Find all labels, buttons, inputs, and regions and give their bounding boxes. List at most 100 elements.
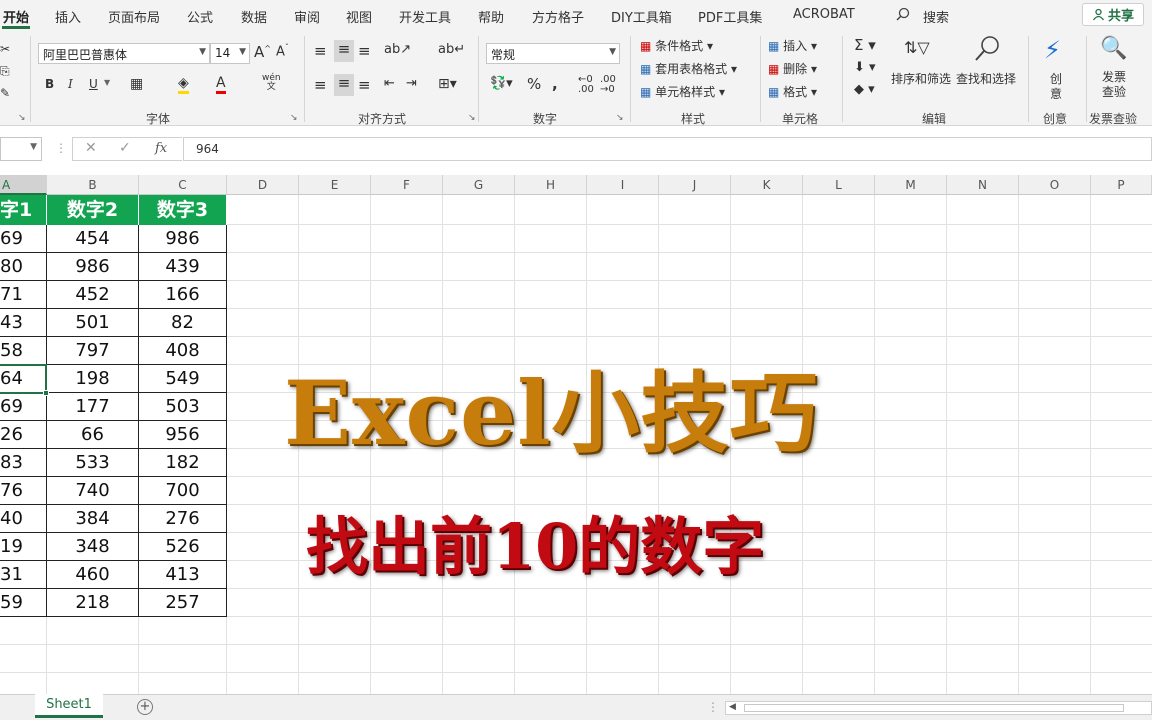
table-cell[interactable]: 797 bbox=[47, 337, 139, 365]
table-cell[interactable]: 177 bbox=[47, 393, 139, 421]
table-cell[interactable]: 986 bbox=[47, 253, 139, 281]
table-cell[interactable]: 439 bbox=[139, 253, 227, 281]
insert-cells-button[interactable]: ▦ 插入 ▾ bbox=[768, 37, 817, 54]
column-header-b[interactable]: B bbox=[47, 175, 139, 195]
sort-filter-icon[interactable]: ⇅▽ bbox=[904, 38, 930, 57]
tab-help[interactable]: 帮助 bbox=[478, 7, 504, 26]
table-cell[interactable]: 80 bbox=[0, 253, 47, 281]
table-cell[interactable]: 454 bbox=[47, 225, 139, 253]
column-header-l[interactable]: L bbox=[803, 175, 875, 195]
format-cells-button[interactable]: ▦ 格式 ▾ bbox=[768, 83, 817, 100]
create-button-label[interactable]: 创 意 bbox=[1050, 72, 1062, 102]
find-select-icon[interactable] bbox=[972, 34, 1002, 67]
table-cell[interactable]: 348 bbox=[47, 533, 139, 561]
align-center-icon[interactable]: ≡ bbox=[334, 74, 354, 96]
insert-function-icon[interactable]: fx bbox=[155, 141, 167, 156]
number-launcher-icon[interactable]: ↘ bbox=[616, 113, 624, 123]
table-cell[interactable]: 66 bbox=[47, 421, 139, 449]
sort-filter-label[interactable]: 排序和筛选 bbox=[891, 70, 951, 87]
column-header-g[interactable]: G bbox=[443, 175, 515, 195]
table-cell[interactable]: 26 bbox=[0, 421, 47, 449]
table-cell[interactable]: 43 bbox=[0, 309, 47, 337]
enter-icon[interactable]: ✓ bbox=[119, 140, 131, 156]
decrease-indent-icon[interactable]: ⇤ bbox=[384, 76, 395, 91]
tab-developer[interactable]: 开发工具 bbox=[399, 7, 451, 26]
alignment-launcher-icon[interactable]: ↘ bbox=[468, 113, 476, 123]
table-cell[interactable]: 69 bbox=[0, 225, 47, 253]
table-cell[interactable]: 956 bbox=[139, 421, 227, 449]
column-header-k[interactable]: K bbox=[731, 175, 803, 195]
chevron-down-icon[interactable]: ▼ bbox=[104, 78, 110, 87]
invoice-check-label[interactable]: 发票查验 bbox=[1102, 70, 1126, 100]
table-cell[interactable]: 83 bbox=[0, 449, 47, 477]
comma-style-icon[interactable]: , bbox=[552, 75, 558, 93]
font-color-icon[interactable]: A bbox=[216, 75, 226, 94]
table-cell[interactable]: 384 bbox=[47, 505, 139, 533]
orientation-icon[interactable]: ab↗ bbox=[384, 42, 411, 57]
table-cell[interactable]: 182 bbox=[139, 449, 227, 477]
header-cell[interactable]: 字1 bbox=[0, 195, 47, 225]
bold-icon[interactable]: B bbox=[45, 77, 54, 91]
header-cell[interactable]: 数字3 bbox=[139, 195, 227, 225]
cancel-icon[interactable]: ✕ bbox=[85, 140, 97, 156]
column-header-c[interactable]: C bbox=[139, 175, 227, 195]
percent-icon[interactable]: % bbox=[527, 75, 541, 93]
tab-search[interactable]: 搜索 bbox=[923, 7, 949, 26]
column-header-m[interactable]: M bbox=[875, 175, 947, 195]
tab-fangfang[interactable]: 方方格子 bbox=[532, 7, 584, 26]
tab-review[interactable]: 审阅 bbox=[294, 7, 320, 26]
column-header-e[interactable]: E bbox=[299, 175, 371, 195]
column-header-d[interactable]: D bbox=[227, 175, 299, 195]
table-cell[interactable]: 58 bbox=[0, 337, 47, 365]
delete-cells-button[interactable]: ▦ 删除 ▾ bbox=[768, 60, 817, 77]
table-cell[interactable]: 257 bbox=[139, 589, 227, 617]
add-sheet-icon[interactable]: + bbox=[137, 699, 153, 715]
clipboard-cut-icon[interactable]: ✂ bbox=[0, 42, 10, 56]
autosum-icon[interactable]: Σ ▾ bbox=[854, 36, 876, 54]
table-cell[interactable]: 82 bbox=[139, 309, 227, 337]
tab-page-layout[interactable]: 页面布局 bbox=[108, 7, 160, 26]
table-cell[interactable]: 408 bbox=[139, 337, 227, 365]
font-launcher-icon[interactable]: ↘ bbox=[290, 113, 298, 123]
fill-handle[interactable] bbox=[43, 390, 49, 396]
fill-color-icon[interactable]: ◈ bbox=[178, 75, 189, 94]
tab-home[interactable]: 开始 bbox=[3, 7, 29, 26]
scroll-left-icon[interactable]: ◀ bbox=[729, 702, 736, 712]
decrease-decimal-icon[interactable]: .00 →0 bbox=[600, 75, 616, 95]
table-cell[interactable]: 19 bbox=[0, 533, 47, 561]
tab-diy-toolbox[interactable]: DIY工具箱 bbox=[611, 7, 672, 26]
merge-center-icon[interactable]: ⊞▾ bbox=[438, 76, 457, 92]
table-cell[interactable]: 40 bbox=[0, 505, 47, 533]
column-header-a[interactable]: A bbox=[0, 175, 47, 195]
table-cell[interactable]: 501 bbox=[47, 309, 139, 337]
sheet-tab-sheet1[interactable]: Sheet1 bbox=[35, 694, 103, 718]
tab-data[interactable]: 数据 bbox=[241, 7, 267, 26]
tab-view[interactable]: 视图 bbox=[346, 7, 372, 26]
clipboard-launcher-icon[interactable]: ↘ bbox=[18, 113, 26, 123]
increase-indent-icon[interactable]: ⇥ bbox=[406, 76, 417, 91]
column-header-n[interactable]: N bbox=[947, 175, 1019, 195]
table-cell[interactable]: 166 bbox=[139, 281, 227, 309]
cell-styles-button[interactable]: ▦ 单元格样式 ▾ bbox=[640, 83, 725, 100]
table-cell[interactable]: 413 bbox=[139, 561, 227, 589]
font-size-combo[interactable]: 14 ▼ bbox=[210, 43, 250, 64]
table-cell[interactable]: 549 bbox=[139, 365, 227, 393]
find-select-label[interactable]: 查找和选择 bbox=[956, 70, 1016, 87]
formula-input[interactable]: 964 bbox=[183, 137, 1152, 161]
table-cell[interactable]: 526 bbox=[139, 533, 227, 561]
italic-icon[interactable]: I bbox=[68, 77, 73, 91]
table-cell[interactable]: 69 bbox=[0, 393, 47, 421]
increase-font-icon[interactable]: A^ bbox=[254, 43, 271, 61]
column-header-f[interactable]: F bbox=[371, 175, 443, 195]
currency-icon[interactable]: 💱▾ bbox=[490, 76, 513, 91]
conditional-format-button[interactable]: ▦ 条件格式 ▾ bbox=[640, 37, 713, 54]
header-cell[interactable]: 数字2 bbox=[47, 195, 139, 225]
column-header-i[interactable]: I bbox=[587, 175, 659, 195]
column-header-o[interactable]: O bbox=[1019, 175, 1091, 195]
column-header-p[interactable]: P bbox=[1091, 175, 1152, 195]
tab-pdf-tools[interactable]: PDF工具集 bbox=[698, 7, 762, 26]
table-cell[interactable]: 198 bbox=[47, 365, 139, 393]
scrollbar-thumb[interactable] bbox=[744, 704, 1124, 712]
phonetic-icon[interactable]: wén 文 bbox=[262, 74, 281, 92]
fill-icon[interactable]: ⬇ ▾ bbox=[854, 60, 876, 75]
